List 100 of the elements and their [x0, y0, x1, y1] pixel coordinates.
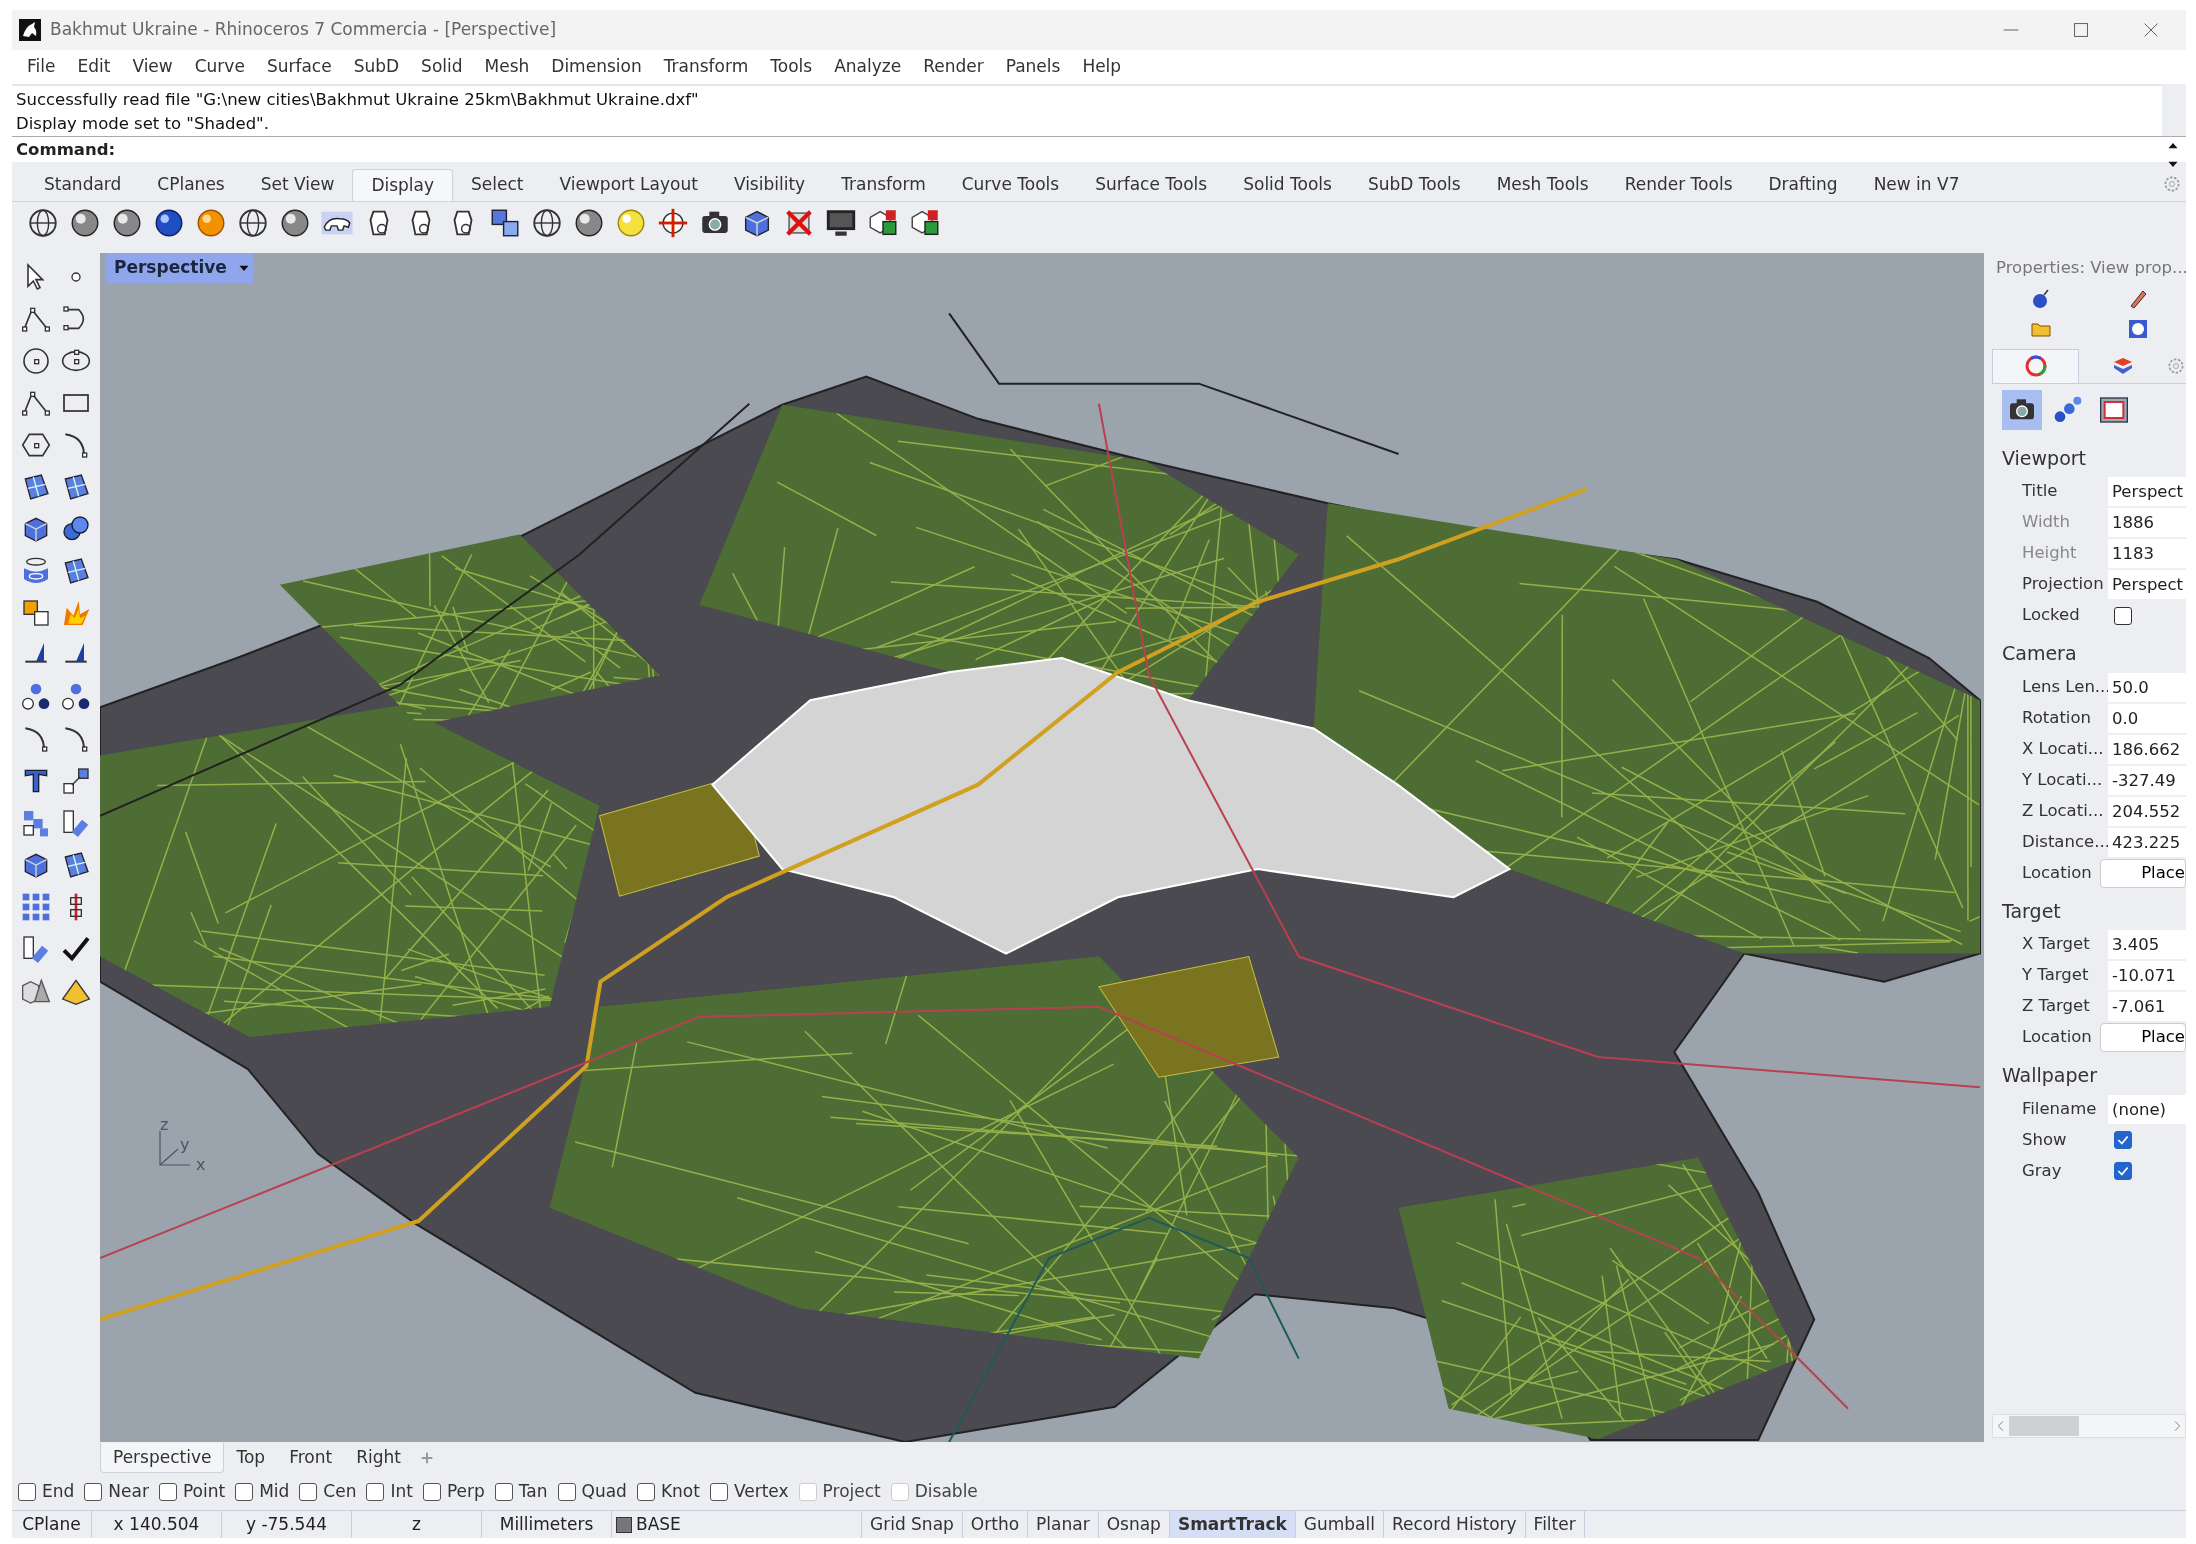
- property-label: Filename: [2021, 1097, 2098, 1120]
- osnap-checkbox[interactable]: [557, 1483, 576, 1501]
- toolbar-tab[interactable]: New in V7: [1855, 169, 1978, 201]
- wireframe-globe-icon[interactable]: [530, 206, 564, 240]
- page-button[interactable]: [2002, 389, 2042, 430]
- osnap-checkbox[interactable]: [299, 1483, 318, 1501]
- osnap-label: Mid: [259, 1480, 290, 1504]
- wireframe-globe-icon[interactable]: [26, 206, 60, 240]
- osnap-label: Cen: [323, 1480, 357, 1504]
- property-label: Location: [2021, 1026, 2093, 1049]
- toolbar-tab[interactable]: Transform: [823, 169, 944, 201]
- osnap-label: Point: [182, 1480, 226, 1504]
- menu-item[interactable]: Transform: [652, 54, 760, 80]
- osnap-checkbox[interactable]: [366, 1483, 385, 1501]
- osnap-label: Disable: [914, 1480, 978, 1504]
- osnap-checkbox[interactable]: [235, 1483, 254, 1501]
- osnap-checkbox[interactable]: [636, 1483, 655, 1501]
- crosshair-icon[interactable]: [656, 206, 690, 240]
- toolbar-tab[interactable]: CPlanes: [139, 169, 243, 201]
- property-checkbox[interactable]: [2114, 1131, 2132, 1150]
- toolbar-tab[interactable]: Select: [453, 169, 542, 201]
- status-toggle[interactable]: Gumball: [1295, 1511, 1384, 1538]
- menu-item[interactable]: Tools: [759, 54, 824, 80]
- command-history-line: Display mode set to "Shaded".: [16, 113, 270, 135]
- property-field[interactable]: 423.225: [2108, 827, 2186, 857]
- toolbar-tab[interactable]: Solid Tools: [1225, 169, 1350, 201]
- osnap-label: Int: [390, 1480, 413, 1504]
- panel-title: Properties: View prop...: [1995, 257, 2186, 279]
- property-field[interactable]: Perspect: [2108, 477, 2186, 507]
- menu-item[interactable]: Curve: [183, 54, 256, 80]
- toolbar-tab[interactable]: Viewport Layout: [541, 169, 716, 201]
- place-button[interactable]: Place: [2100, 858, 2186, 888]
- menu-item[interactable]: SubD: [342, 54, 411, 80]
- property-field[interactable]: -327.49: [2108, 765, 2186, 795]
- status-toggle[interactable]: SmartTrack: [1169, 1511, 1296, 1538]
- osnap-checkbox[interactable]: [84, 1483, 103, 1501]
- menu-item[interactable]: Analyze: [823, 54, 913, 80]
- property-field[interactable]: (none): [2108, 1094, 2186, 1124]
- property-field[interactable]: Perspect: [2108, 570, 2186, 600]
- wireframe-globe-icon[interactable]: [236, 206, 270, 240]
- property-checkbox[interactable]: [2114, 606, 2132, 625]
- circles-icon[interactable]: [60, 681, 92, 713]
- grid-icon[interactable]: [20, 891, 52, 923]
- toolbar-tab[interactable]: Render Tools: [1606, 169, 1751, 201]
- property-field[interactable]: 0.0: [2108, 703, 2186, 733]
- menu-item[interactable]: Surface: [255, 54, 343, 80]
- viewport-tab[interactable]: Front: [277, 1443, 345, 1473]
- property-field[interactable]: 50.0: [2108, 672, 2186, 702]
- property-label: Gray: [2021, 1159, 2063, 1182]
- osnap-checkbox[interactable]: [18, 1483, 36, 1501]
- menu-item[interactable]: Help: [1071, 54, 1133, 80]
- toolbar-tab[interactable]: Set View: [242, 169, 353, 201]
- menu-item[interactable]: File: [16, 54, 67, 80]
- status-toggle[interactable]: Grid Snap: [862, 1511, 963, 1538]
- menu-item[interactable]: Panels: [994, 54, 1072, 80]
- osnap-checkbox[interactable]: [709, 1483, 728, 1501]
- panel-tab[interactable]: [1992, 348, 2079, 383]
- layer-name[interactable]: BASE: [636, 1511, 681, 1538]
- toolbar-tab[interactable]: Standard: [26, 169, 140, 201]
- property-checkbox[interactable]: [2114, 1162, 2132, 1181]
- toolbar-tab[interactable]: Visibility: [715, 169, 824, 201]
- toolbar-tab[interactable]: Surface Tools: [1077, 169, 1226, 201]
- menu-item[interactable]: View: [121, 54, 184, 80]
- toolbar-tab[interactable]: Curve Tools: [943, 169, 1078, 201]
- status-toggle[interactable]: Ortho: [962, 1511, 1029, 1538]
- osnap-checkbox[interactable]: [422, 1483, 441, 1501]
- property-field[interactable]: 3.405: [2108, 930, 2186, 960]
- osnap-label: Project: [822, 1480, 881, 1504]
- property-field[interactable]: 204.552: [2108, 796, 2186, 826]
- menu-item[interactable]: Render: [912, 54, 995, 80]
- osnap-checkbox[interactable]: [158, 1483, 177, 1501]
- status-toggle[interactable]: Osnap: [1098, 1511, 1170, 1538]
- place-button[interactable]: Place: [2100, 1023, 2186, 1053]
- menu-item[interactable]: Mesh: [473, 54, 541, 80]
- osnap-checkbox[interactable]: [494, 1483, 513, 1501]
- menu-item[interactable]: Dimension: [540, 54, 653, 80]
- menu-item[interactable]: Solid: [410, 54, 474, 80]
- menu-item[interactable]: Edit: [66, 54, 122, 80]
- status-toggle[interactable]: Filter: [1525, 1511, 1585, 1538]
- property-label: Z Target: [2021, 995, 2091, 1018]
- property-field[interactable]: -7.061: [2108, 992, 2186, 1022]
- window-title: Bakhmut Ukraine - Rhinoceros 7 Commercia - [Perspective]: [50, 18, 557, 42]
- toolbar-tab[interactable]: Drafting: [1750, 169, 1856, 201]
- toolbar-tab[interactable]: Mesh Tools: [1478, 169, 1607, 201]
- move-icon[interactable]: [60, 765, 92, 797]
- viewport-tab[interactable]: Top: [224, 1443, 278, 1473]
- toolbar-tab[interactable]: Display: [352, 169, 454, 201]
- property-field[interactable]: -10.071: [2108, 961, 2186, 991]
- status-toggle[interactable]: Record History: [1383, 1511, 1526, 1538]
- scrollbar-thumb[interactable]: [2009, 1416, 2079, 1436]
- property-field[interactable]: 186.662: [2108, 734, 2186, 764]
- viewport-tab[interactable]: Right: [344, 1443, 413, 1473]
- circle-icon[interactable]: [20, 345, 52, 377]
- status-toggle[interactable]: Planar: [1028, 1511, 1099, 1538]
- toolbar-tab[interactable]: SubD Tools: [1349, 169, 1479, 201]
- axis-label: y: [180, 1134, 190, 1156]
- osnap-label: Perp: [446, 1480, 485, 1504]
- viewport-tab[interactable]: Perspective: [100, 1442, 225, 1474]
- circles-icon[interactable]: [20, 681, 52, 713]
- puzzle-icon[interactable]: [20, 597, 52, 629]
